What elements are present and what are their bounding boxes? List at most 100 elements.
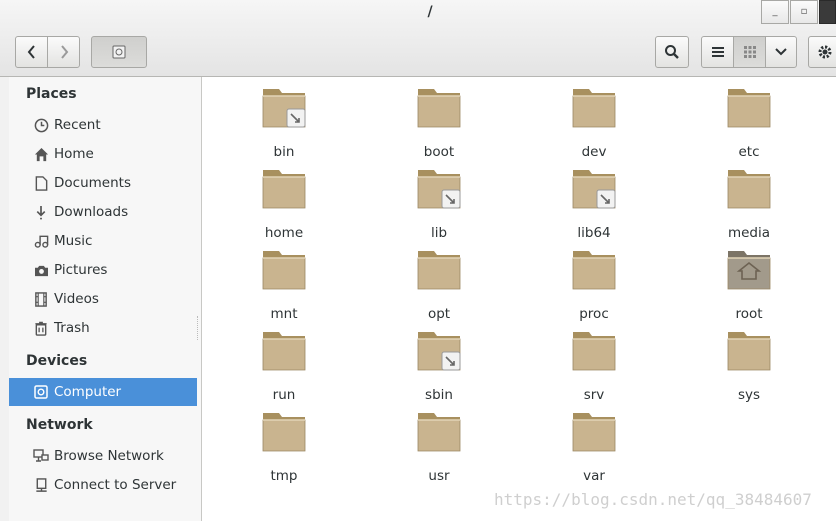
settings-button[interactable] (808, 36, 836, 68)
folder-icon (572, 89, 616, 128)
computer-icon (33, 384, 49, 400)
sidebar-item-label: Computer (54, 384, 122, 400)
folder-icon (572, 413, 616, 452)
folder-label: srv (583, 387, 605, 403)
folder-label: etc (738, 144, 760, 160)
folder-icon (262, 332, 306, 371)
folder-label: proc (579, 306, 609, 322)
folder-item[interactable]: boot (379, 87, 499, 163)
forward-button[interactable] (47, 36, 80, 68)
folder-item[interactable]: opt (379, 249, 499, 325)
sidebar-item-label: Home (54, 146, 94, 162)
folder-icon (417, 332, 461, 371)
sidebar-item-documents[interactable]: Documents (9, 169, 197, 197)
maximize-button[interactable]: ▫ (790, 0, 818, 24)
folder-item[interactable]: sbin (379, 330, 499, 406)
search-icon (665, 45, 679, 59)
sidebar-item-label: Trash (54, 320, 90, 336)
sidebar-item-browse-network[interactable]: Browse Network (9, 442, 197, 470)
folder-icon (727, 89, 771, 128)
back-button[interactable] (15, 36, 48, 68)
home-icon (33, 146, 49, 162)
folder-item[interactable]: var (534, 411, 654, 487)
folder-item[interactable]: proc (534, 249, 654, 325)
network-icon (33, 448, 49, 464)
symlink-badge-icon (441, 351, 461, 371)
sidebar-item-label: Documents (54, 175, 131, 191)
folder-label: boot (423, 144, 455, 160)
folder-item[interactable]: srv (534, 330, 654, 406)
sidebar-item-videos[interactable]: Videos (9, 285, 197, 313)
minimize-button[interactable]: _ (761, 0, 789, 24)
grid-icon (743, 46, 756, 58)
folder-item[interactable]: mnt (224, 249, 344, 325)
folder-label: lib64 (577, 225, 611, 241)
sidebar-item-home[interactable]: Home (9, 140, 197, 168)
sidebar-item-downloads[interactable]: Downloads (9, 198, 197, 226)
film-icon (33, 291, 49, 307)
folder-icon (572, 170, 616, 209)
gear-icon (818, 45, 832, 59)
folder-item[interactable]: root (689, 249, 809, 325)
grid-view-button[interactable] (733, 36, 766, 68)
sidebar-item-label: Music (54, 233, 93, 249)
sidebar-item-music[interactable]: Music (9, 227, 197, 255)
sidebar-item-trash[interactable]: Trash (9, 314, 197, 342)
folder-label: sbin (425, 387, 453, 403)
view-options-button[interactable] (765, 36, 797, 68)
folder-item[interactable]: lib64 (534, 168, 654, 244)
folder-icon (572, 251, 616, 290)
sidebar-item-label: Browse Network (54, 448, 164, 464)
file-view: bin boot dev etc home lib lib64 media mnt opt proc… (202, 77, 836, 521)
symlink-badge-icon (441, 189, 461, 209)
sidebar-item-label: Pictures (54, 262, 108, 278)
watermark-text: https://blog.csdn.net/qq_38484607 (494, 490, 812, 509)
folder-label: mnt (270, 306, 298, 322)
clock-icon (33, 117, 49, 133)
folder-icon (727, 170, 771, 209)
sidebar-item-connect-to-server[interactable]: Connect to Server (9, 471, 197, 499)
sidebar-edge (0, 77, 9, 521)
folder-item[interactable]: home (224, 168, 344, 244)
sidebar-item-label: Downloads (54, 204, 129, 220)
folder-item[interactable]: sys (689, 330, 809, 406)
window-title: / (427, 4, 433, 20)
trash-icon (33, 320, 49, 336)
drive-icon (112, 45, 126, 59)
folder-label: sys (737, 387, 761, 403)
path-bar-computer[interactable] (91, 36, 147, 68)
folder-label: root (735, 306, 763, 322)
folder-item[interactable]: etc (689, 87, 809, 163)
folder-icon (417, 251, 461, 290)
folder-item[interactable]: run (224, 330, 344, 406)
folder-label: run (272, 387, 296, 403)
folder-item[interactable]: dev (534, 87, 654, 163)
server-icon (33, 477, 49, 493)
folder-label: tmp (270, 468, 298, 484)
folder-label: home (264, 225, 304, 241)
sidebar-item-label: Recent (54, 117, 101, 133)
sidebar-item-computer[interactable]: Computer (9, 378, 197, 406)
folder-item[interactable]: lib (379, 168, 499, 244)
symlink-badge-icon (596, 189, 616, 209)
network-header: Network (26, 417, 93, 433)
close-button[interactable] (819, 0, 836, 24)
folder-item[interactable]: media (689, 168, 809, 244)
sidebar-item-pictures[interactable]: Pictures (9, 256, 197, 284)
folder-icon (417, 413, 461, 452)
chevron-right-icon (60, 45, 68, 59)
pane-resize-handle[interactable] (197, 316, 201, 340)
folder-icon (417, 170, 461, 209)
folder-icon (417, 89, 461, 128)
sidebar-item-recent[interactable]: Recent (9, 111, 197, 139)
search-button[interactable] (655, 36, 689, 68)
list-view-button[interactable] (701, 36, 734, 68)
folder-item[interactable]: usr (379, 411, 499, 487)
folder-label: usr (428, 468, 450, 484)
list-icon (711, 47, 724, 57)
folder-icon (727, 251, 771, 290)
chevron-left-icon (27, 45, 35, 59)
folder-item[interactable]: tmp (224, 411, 344, 487)
folder-item[interactable]: bin (224, 87, 344, 163)
folder-label: dev (581, 144, 607, 160)
